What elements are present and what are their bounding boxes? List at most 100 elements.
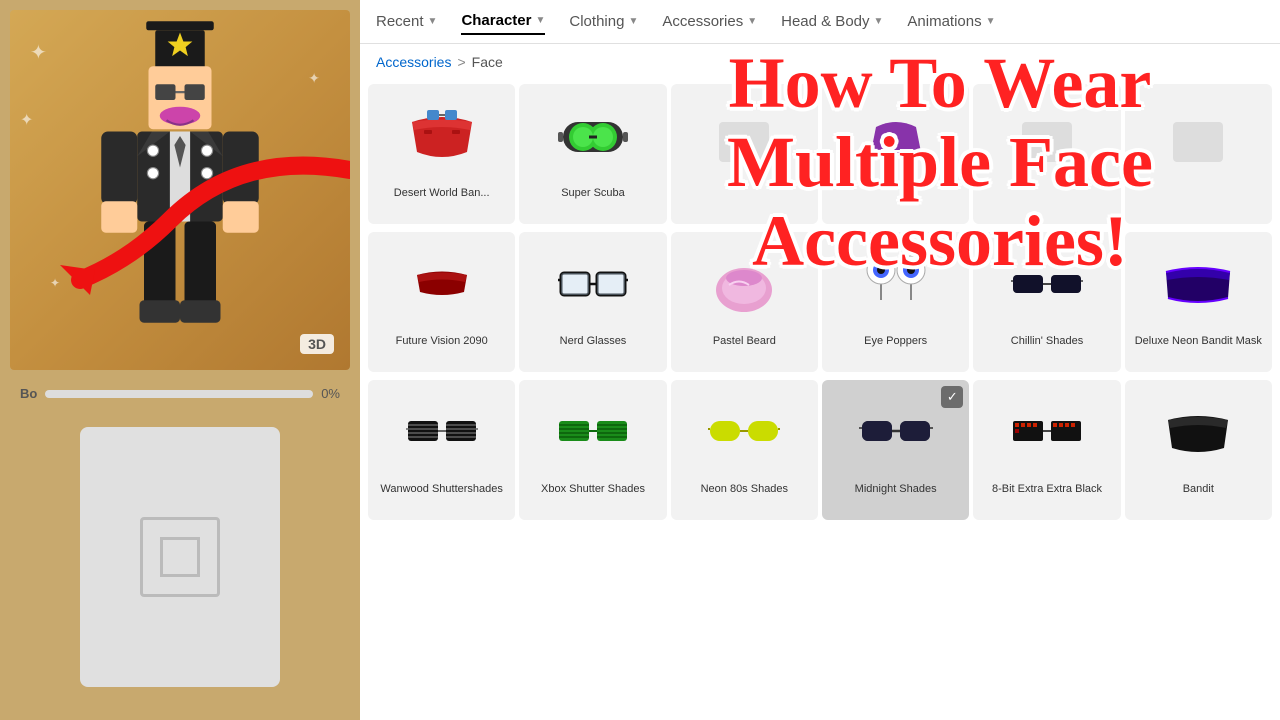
super-scuba-icon	[553, 102, 633, 172]
item-deluxe-neon-bandit[interactable]: Deluxe Neon Bandit Mask	[1125, 232, 1272, 372]
screenshot-container: ✦ ✦ ✦ ✦	[0, 0, 1280, 720]
item-eye-poppers[interactable]: Eye Poppers	[822, 232, 969, 372]
item-wanwood[interactable]: Wanwood Shuttershades	[368, 380, 515, 520]
nav-head-body-chevron: ▼	[874, 16, 884, 27]
nav-character-chevron: ▼	[535, 15, 545, 26]
neon-80s-icon	[704, 403, 784, 463]
character-preview: ✦ ✦ ✦ ✦	[10, 10, 350, 370]
item-bandit-name: Bandit	[1183, 482, 1214, 496]
item-deluxe-neon-bandit-img	[1129, 240, 1268, 330]
nav-accessories[interactable]: Accessories ▼	[662, 9, 757, 34]
item-icon-3	[704, 102, 784, 172]
avatar-placeholder-square	[160, 537, 200, 577]
item-neon-80s[interactable]: Neon 80s Shades	[671, 380, 818, 520]
chillin-shades-icon	[1007, 255, 1087, 315]
item-icon-5	[1007, 102, 1087, 172]
nav-animations-chevron: ▼	[986, 16, 996, 27]
item-placeholder-3[interactable]	[973, 84, 1120, 224]
item-icon-4	[856, 102, 936, 172]
item-future-vision-name: Future Vision 2090	[396, 334, 488, 348]
item-chillin-shades-img	[977, 240, 1116, 330]
star-decoration4: ✦	[20, 110, 33, 130]
items-grid-row1: Desert World Ban...	[360, 80, 1280, 228]
midnight-shades-icon	[856, 403, 936, 463]
nav-character-label: Character	[461, 12, 531, 29]
item-placeholder-4[interactable]	[1125, 84, 1272, 224]
item-placeholder-1[interactable]	[671, 84, 818, 224]
right-panel: Recent ▼ Character ▼ Clothing ▼ Accessor…	[360, 0, 1280, 720]
item-desert-world-img	[372, 92, 511, 182]
xbox-shutter-icon	[553, 403, 633, 463]
star-decoration3: ✦	[50, 276, 60, 290]
item-eye-poppers-img	[826, 240, 965, 330]
pastel-beard-icon	[704, 250, 784, 320]
desert-world-icon	[402, 102, 482, 172]
items-grid-row3: Wanwood Shuttershades	[360, 376, 1280, 524]
progress-bar	[45, 390, 313, 398]
left-panel: ✦ ✦ ✦ ✦	[0, 0, 360, 720]
8bit-extra-black-icon	[1007, 403, 1087, 463]
item-future-vision[interactable]: Future Vision 2090	[368, 232, 515, 372]
item-super-scuba[interactable]: Super Scuba	[519, 84, 666, 224]
item-midnight-shades-name: Midnight Shades	[855, 482, 937, 496]
item-nerd-glasses-img	[523, 240, 662, 330]
nav-character[interactable]: Character ▼	[461, 8, 545, 35]
breadcrumb-face: Face	[472, 54, 503, 70]
avatar-placeholder	[80, 427, 280, 687]
nav-bar: Recent ▼ Character ▼ Clothing ▼ Accessor…	[360, 0, 1280, 44]
star-decoration: ✦	[30, 40, 47, 65]
item-bandit-img	[1129, 388, 1268, 478]
checkmark-badge: ✓	[941, 386, 963, 408]
item-desert-world-name: Desert World Ban...	[394, 186, 490, 200]
item-pastel-beard[interactable]: Pastel Beard	[671, 232, 818, 372]
item-chillin-shades[interactable]: Chillin' Shades	[973, 232, 1120, 372]
nav-accessories-label: Accessories	[662, 13, 743, 30]
breadcrumb: Accessories > Face	[360, 44, 1280, 80]
item-wanwood-img	[372, 388, 511, 478]
nav-animations[interactable]: Animations ▼	[907, 9, 995, 34]
nerd-glasses-icon	[553, 255, 633, 315]
item-xbox-shutter[interactable]: Xbox Shutter Shades	[519, 380, 666, 520]
item-desert-world[interactable]: Desert World Ban...	[368, 84, 515, 224]
nav-head-body-label: Head & Body	[781, 13, 869, 30]
item-icon-6	[1158, 102, 1238, 172]
progress-percent: 0%	[321, 386, 340, 401]
item-eye-poppers-name: Eye Poppers	[864, 334, 927, 348]
item-super-scuba-name: Super Scuba	[561, 186, 625, 200]
item-pastel-beard-img	[675, 240, 814, 330]
item-bandit[interactable]: Bandit	[1125, 380, 1272, 520]
item-placeholder-2-img	[826, 92, 965, 182]
item-nerd-glasses[interactable]: Nerd Glasses	[519, 232, 666, 372]
item-wanwood-name: Wanwood Shuttershades	[380, 482, 503, 496]
3d-badge: 3D	[300, 334, 334, 354]
star-decoration2: ✦	[308, 70, 320, 87]
nav-recent-chevron: ▼	[428, 16, 438, 27]
future-vision-icon	[402, 250, 482, 320]
nav-clothing[interactable]: Clothing ▼	[569, 9, 638, 34]
avatar-label: Bo	[20, 386, 37, 401]
nav-recent-label: Recent	[376, 13, 424, 30]
items-grid-row2: Future Vision 2090 Nerd Gl	[360, 228, 1280, 376]
nav-clothing-label: Clothing	[569, 13, 624, 30]
wanwood-icon	[402, 403, 482, 463]
item-8bit-extra-black[interactable]: 8-Bit Extra Extra Black	[973, 380, 1120, 520]
deluxe-neon-bandit-icon	[1158, 250, 1238, 320]
item-placeholder-2[interactable]	[822, 84, 969, 224]
item-8bit-extra-black-name: 8-Bit Extra Extra Black	[992, 482, 1102, 496]
nav-recent[interactable]: Recent ▼	[376, 9, 437, 34]
breadcrumb-separator: >	[457, 54, 465, 70]
item-super-scuba-img	[523, 92, 662, 182]
item-midnight-shades[interactable]: ✓ Midnight Shades	[822, 380, 969, 520]
character-svg	[10, 10, 350, 370]
nav-animations-label: Animations	[907, 13, 981, 30]
breadcrumb-accessories[interactable]: Accessories	[376, 54, 451, 70]
item-8bit-extra-black-img	[977, 388, 1116, 478]
progress-area: Bo 0%	[10, 380, 350, 407]
item-pastel-beard-name: Pastel Beard	[713, 334, 776, 348]
item-xbox-shutter-name: Xbox Shutter Shades	[541, 482, 645, 496]
nav-head-body[interactable]: Head & Body ▼	[781, 9, 883, 34]
item-chillin-shades-name: Chillin' Shades	[1011, 334, 1083, 348]
nav-clothing-chevron: ▼	[628, 16, 638, 27]
nav-accessories-chevron: ▼	[747, 16, 757, 27]
item-placeholder-3-img	[977, 92, 1116, 182]
